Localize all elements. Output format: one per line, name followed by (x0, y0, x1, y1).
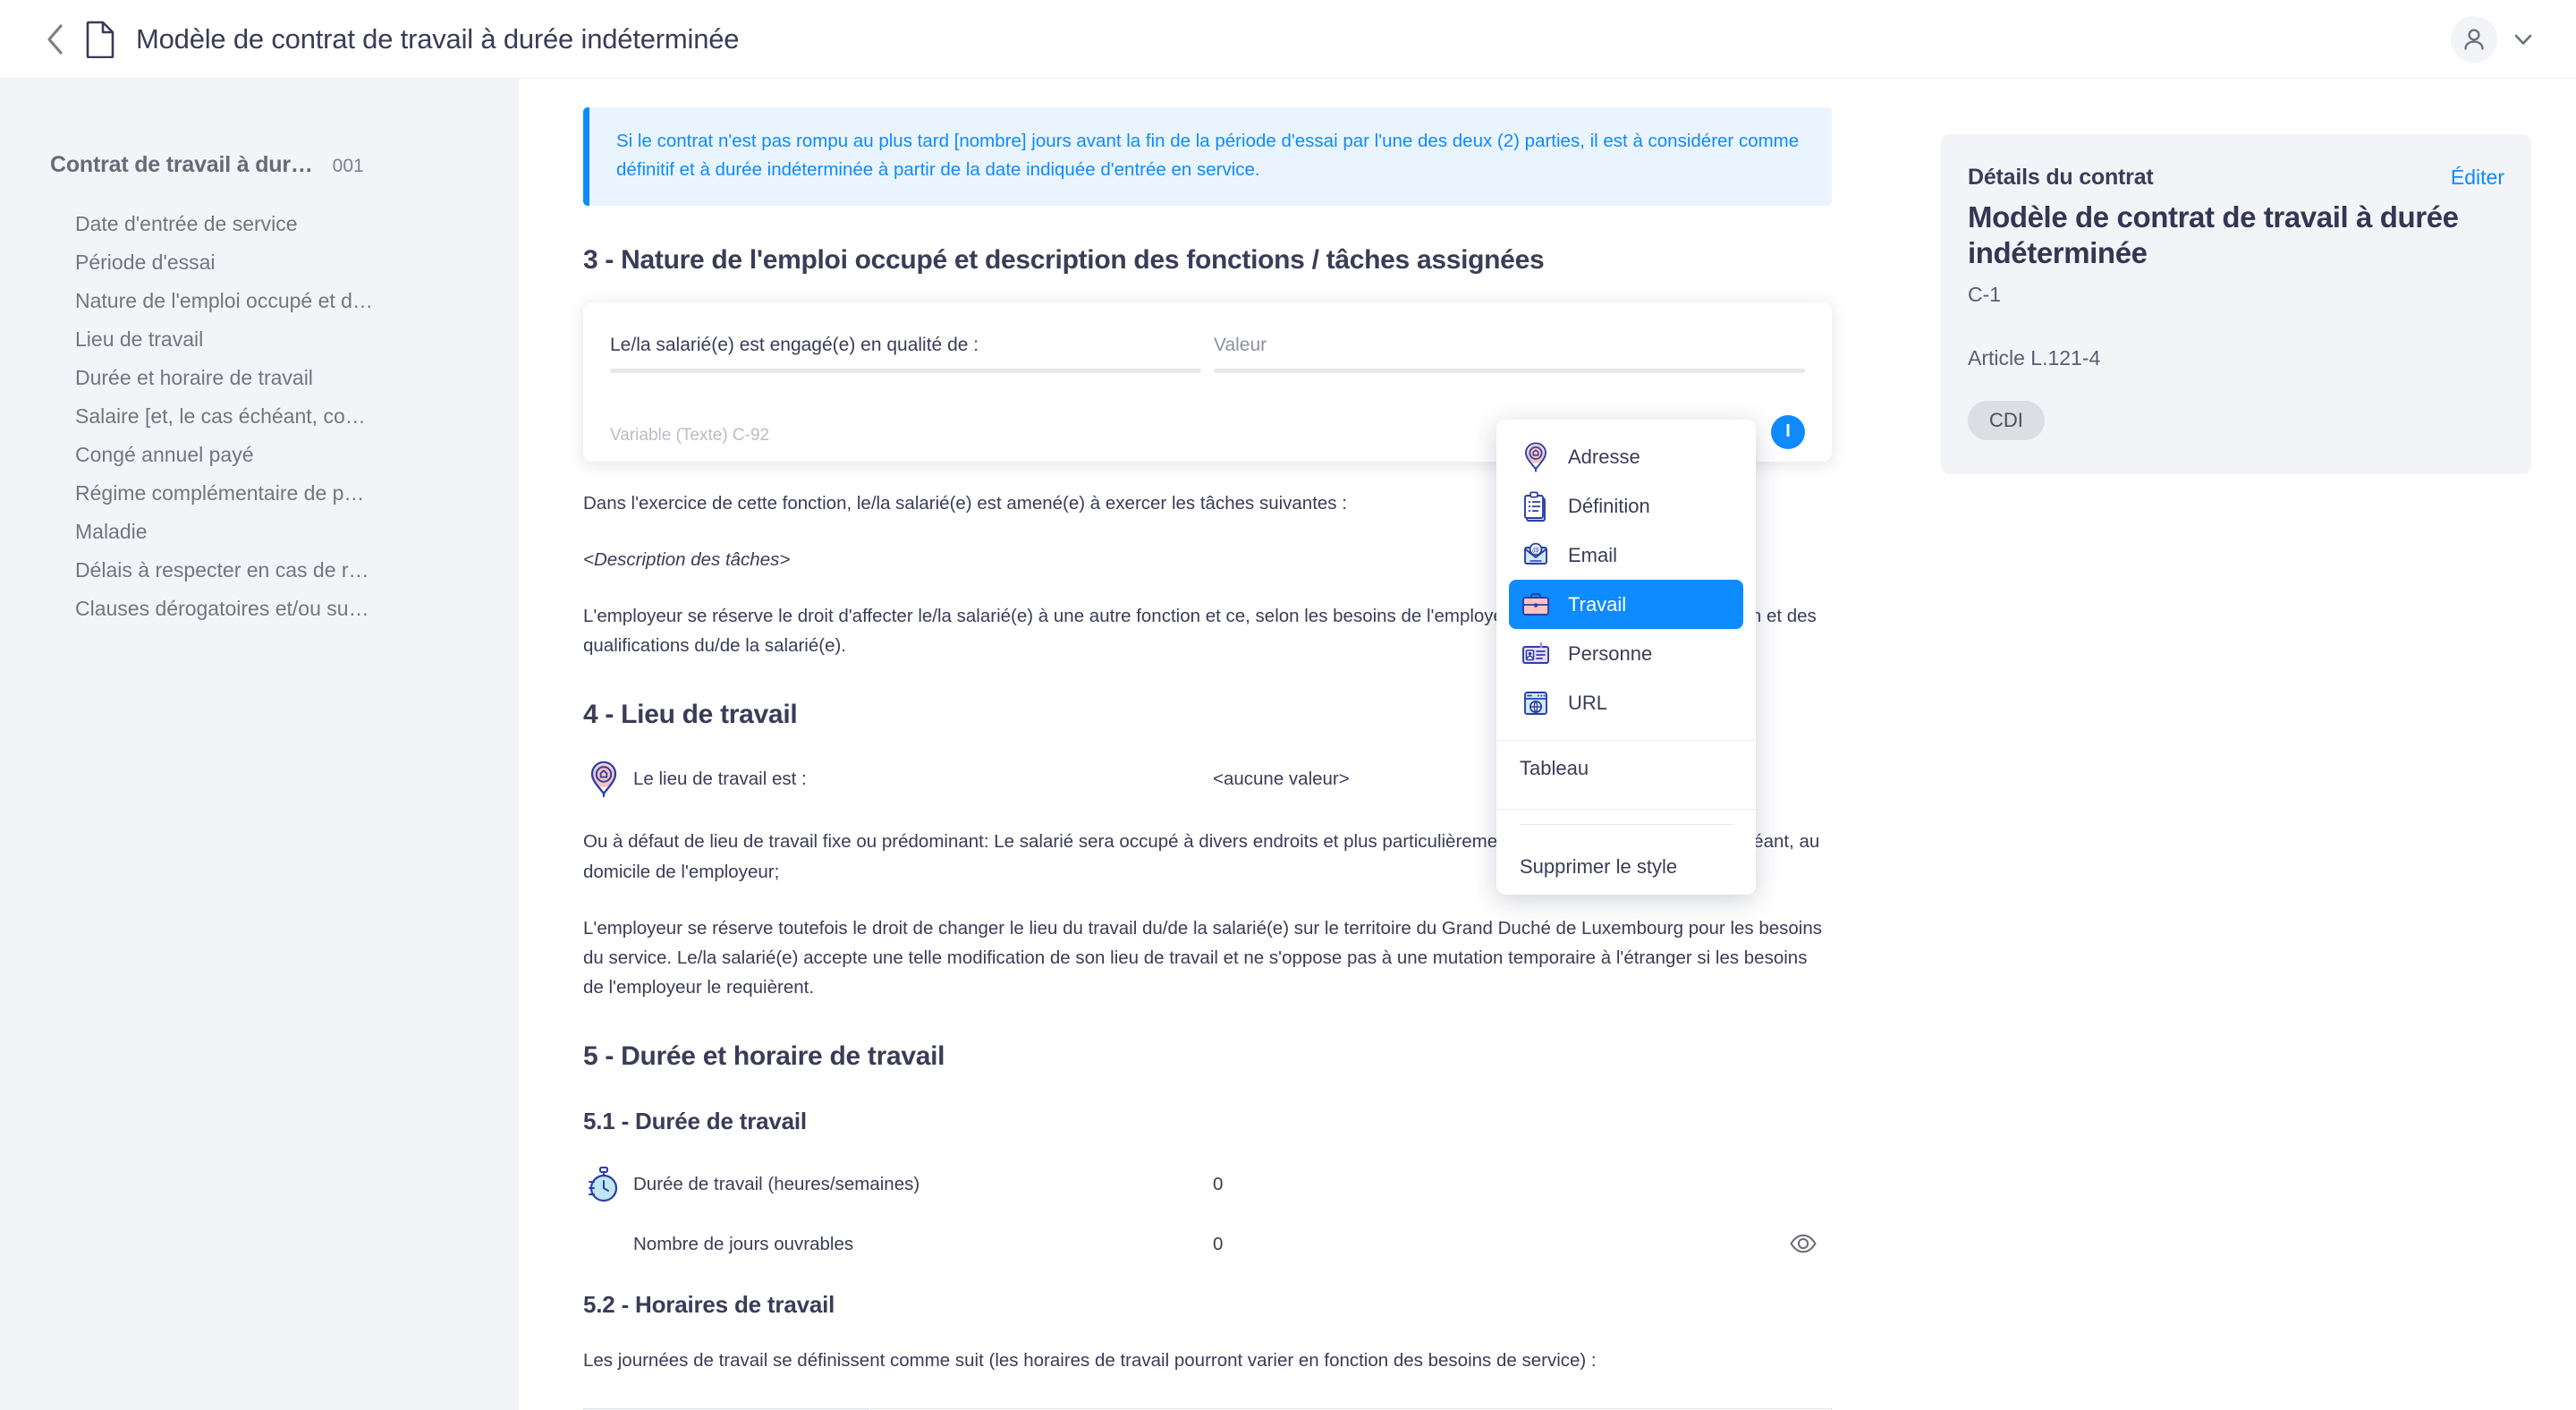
contract-code: C-1 (1968, 282, 2002, 306)
dropdown-item-travail[interactable]: Travail (1509, 580, 1743, 629)
browser-globe-icon (1520, 687, 1552, 719)
sidebar-item-label: Clauses dérogatoires et/ou su… (75, 597, 369, 620)
info-banner: Si le contrat n'est pas rompu au plus ta… (583, 107, 1832, 206)
paragraph-journees-travail: Les journées de travail se définissent c… (583, 1350, 1597, 1372)
avatar[interactable] (2451, 15, 2497, 63)
sidebar-item-clauses-derogatoires[interactable]: Clauses dérogatoires et/ou su… (0, 590, 519, 628)
variable-fields-row: Le/la salarié(e) est engagé(e) en qualit… (610, 335, 1805, 373)
dropdown-item-supprimer-style[interactable]: Supprimer le style (1496, 839, 1756, 895)
section-3-heading: 3 - Nature de l'emploi occupé et descrip… (583, 244, 1545, 275)
contract-title: Modèle de contrat de travail à durée ind… (1968, 200, 2459, 270)
contract-article: Article L.121-4 (1968, 345, 2101, 369)
variable-label-text: Le/la salarié(e) est engagé(e) en qualit… (610, 334, 979, 355)
sidebar-item-duree-horaire[interactable]: Durée et horaire de travail (0, 359, 519, 397)
dropdown-item-label: Définition (1568, 494, 1650, 517)
variable-row-label: Nombre de jours ouvrables (633, 1234, 854, 1255)
dropdown-item-label: Adresse (1568, 445, 1640, 468)
dropdown-item-label: Travail (1568, 592, 1627, 616)
back-button[interactable] (39, 21, 70, 57)
info-banner-text: Si le contrat n'est pas rompu au plus ta… (616, 131, 1800, 180)
eye-icon[interactable] (1789, 1229, 1819, 1260)
variable-info-button[interactable]: I (1771, 414, 1805, 449)
variable-label-field[interactable]: Le/la salarié(e) est engagé(e) en qualit… (610, 335, 1201, 373)
document-icon (82, 19, 118, 60)
svg-text:@: @ (1532, 545, 1540, 554)
sidebar-item-label: Durée et horaire de travail (75, 366, 313, 389)
sidebar-item-label: Délais à respecter en cas de r… (75, 558, 369, 582)
topbar-right-group (2451, 15, 2535, 63)
top-bar: Modèle de contrat de travail à durée ind… (0, 0, 2576, 79)
edit-button[interactable]: Éditer (2451, 166, 2504, 190)
definition-clipboard-icon (1520, 490, 1552, 522)
sidebar-item-conge-annuel[interactable]: Congé annuel payé (0, 436, 519, 474)
user-icon (2464, 28, 2484, 50)
variable-row-label: Durée de travail (heures/semaines) (633, 1174, 920, 1195)
variable-row-value: 0 (1213, 1174, 1224, 1195)
dropdown-separator-2 (1496, 809, 1756, 810)
sidebar-item-label: Régime complémentaire de p… (75, 481, 365, 505)
email-envelope-icon: @ (1520, 539, 1552, 572)
variable-value-placeholder: Valeur (1214, 334, 1267, 355)
style-dropdown-menu[interactable]: Adresse Définition @ Email Travail Perso… (1496, 420, 1756, 895)
field-underline (610, 368, 1201, 373)
sidebar-item-label: Congé annuel payé (75, 443, 254, 466)
dropdown-item-label: Personne (1568, 641, 1653, 665)
dropdown-item-email[interactable]: @ Email (1509, 531, 1743, 580)
stopwatch-icon (583, 1164, 624, 1205)
sidebar-item-label: Nature de l'emploi occupé et d… (75, 289, 373, 312)
chevron-left-icon (47, 23, 63, 55)
location-pin-icon (583, 759, 624, 800)
sidebar-item-maladie[interactable]: Maladie (0, 513, 519, 551)
section-5-heading: 5 - Durée et horaire de travail (583, 1041, 945, 1072)
contract-details-card: Détails du contrat Éditer Modèle de cont… (1941, 134, 2531, 474)
dropdown-item-label: Email (1568, 543, 1618, 566)
dropdown-item-personne[interactable]: Personne (1509, 629, 1743, 678)
variable-value-field[interactable]: Valeur (1214, 335, 1805, 373)
briefcase-icon (1520, 589, 1552, 621)
sidebar-header-number: 001 (332, 156, 364, 176)
section-5-1-heading: 5.1 - Durée de travail (583, 1108, 807, 1135)
dropdown-item-url[interactable]: URL (1509, 678, 1743, 727)
sidebar-item-label: Date d'entrée de service (75, 212, 298, 235)
field-underline (1214, 368, 1805, 373)
dropdown-divider-line (1520, 824, 1733, 825)
variable-row-value: 0 (1213, 1234, 1224, 1255)
variable-row-duree-travail[interactable]: Durée de travail (heures/semaines) 0 (583, 1164, 1832, 1205)
address-pin-icon (1520, 441, 1552, 473)
dropdown-item-label: URL (1568, 691, 1608, 714)
sidebar-item-delais[interactable]: Délais à respecter en cas de r… (0, 551, 519, 590)
dropdown-item-definition[interactable]: Définition (1509, 481, 1743, 531)
id-card-icon (1520, 638, 1552, 670)
sidebar-nav-list: Date d'entrée de service Période d'essai… (0, 205, 519, 628)
paragraph-changer-lieu: L'employeur se réserve toutefois le droi… (583, 917, 1823, 998)
sidebar-item-date-entree[interactable]: Date d'entrée de service (0, 205, 519, 243)
account-menu-toggle[interactable] (2512, 28, 2535, 51)
sidebar-item-label: Salaire [et, le cas échéant, co… (75, 404, 366, 428)
section-5-2-heading: 5.2 - Horaires de travail (583, 1291, 835, 1319)
sidebar-item-regime-complementaire[interactable]: Régime complémentaire de p… (0, 474, 519, 513)
sidebar-item-label: Lieu de travail (75, 327, 204, 351)
contract-details-header: Détails du contrat Éditer (1968, 165, 2504, 191)
contract-details-heading: Détails du contrat (1968, 165, 2154, 190)
chevron-down-icon (2514, 34, 2532, 45)
sidebar-item-label: Maladie (75, 520, 148, 543)
sidebar-header: Contrat de travail à dur… 001 (0, 152, 519, 178)
sidebar-header-title: Contrat de travail à dur… (50, 152, 313, 177)
right-panel: Détails du contrat Éditer Modèle de cont… (1896, 79, 2576, 1410)
sidebar-item-periode-essai[interactable]: Période d'essai (0, 243, 519, 282)
variable-row-value: <aucune valeur> (1213, 769, 1350, 790)
variable-row-jours-ouvrables[interactable]: Nombre de jours ouvrables 0 (583, 1234, 1832, 1255)
sidebar-item-label: Période d'essai (75, 251, 216, 274)
status-badge: CDI (1968, 400, 2045, 440)
sidebar-item-lieu-travail[interactable]: Lieu de travail (0, 320, 519, 359)
variable-meta-label: Variable (Texte) C-92 (610, 425, 770, 445)
sidebar-item-salaire[interactable]: Salaire [et, le cas échéant, co… (0, 397, 519, 436)
dropdown-item-adresse[interactable]: Adresse (1509, 432, 1743, 481)
variable-row-label: Le lieu de travail est : (633, 769, 807, 790)
sidebar: Contrat de travail à dur… 001 Date d'ent… (0, 79, 519, 1410)
dropdown-item-tableau[interactable]: Tableau (1496, 741, 1756, 796)
page-title: Modèle de contrat de travail à durée ind… (136, 22, 740, 55)
sidebar-item-nature-emploi[interactable]: Nature de l'emploi occupé et d… (0, 282, 519, 320)
